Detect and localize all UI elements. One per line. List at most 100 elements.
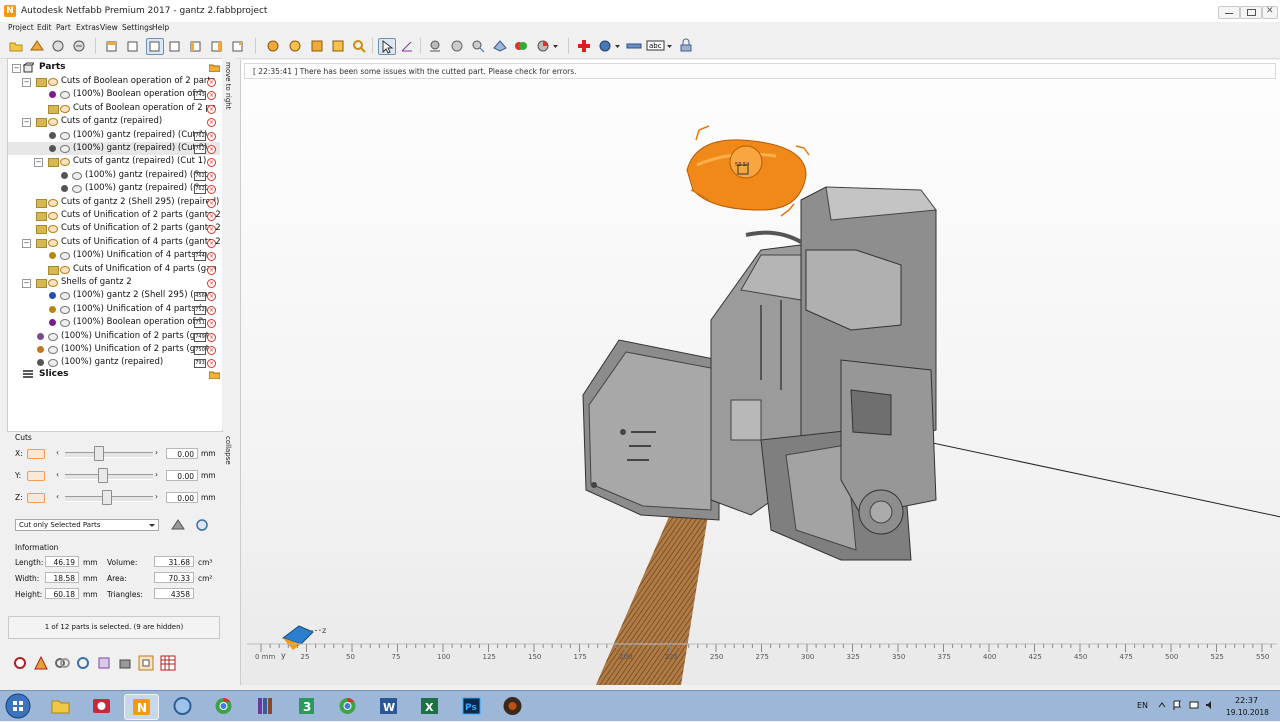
tree-part-row[interactable]: (100%) Unification of 2 parts (gant 750 × — [8, 343, 220, 356]
cut-x-right-arrow[interactable]: › — [155, 448, 158, 457]
visibility-icon[interactable] — [60, 252, 70, 261]
taskbar-explorer[interactable] — [44, 694, 77, 718]
tree-part-row[interactable]: (100%) gantz (repaired) (Cut 762 × — [8, 182, 220, 195]
label-button[interactable]: abc — [646, 38, 666, 53]
taskbar-chrome[interactable] — [207, 694, 240, 718]
cut-y-input[interactable]: 0.00 — [166, 470, 198, 481]
minimize-button[interactable] — [1218, 6, 1240, 19]
close-button[interactable]: ✕ — [1262, 6, 1278, 19]
tree-part-row[interactable]: (100%) Unification of 4 parts (g 752 × — [8, 303, 220, 316]
measure-button[interactable] — [399, 38, 415, 53]
cut-z-left-arrow[interactable]: ‹ — [56, 492, 59, 501]
menu-settings[interactable]: Settings — [122, 22, 153, 33]
add-part-button[interactable] — [29, 38, 45, 53]
remove-part-icon[interactable]: × — [207, 78, 216, 87]
lock-button[interactable] — [678, 38, 694, 53]
remove-part-icon[interactable]: × — [207, 319, 216, 329]
part-color-icon[interactable] — [61, 185, 68, 193]
remove-part-icon[interactable]: × — [207, 359, 216, 369]
tree-folder-row[interactable]: − Cuts of gantz (repaired) × — [8, 115, 220, 128]
cut-execute-button[interactable] — [170, 517, 186, 533]
visibility-icon[interactable] — [48, 279, 58, 287]
taskbar-game[interactable] — [496, 694, 529, 718]
menu-part[interactable]: Part — [56, 22, 71, 33]
selected-cut-part[interactable]: 53 54 — [686, 125, 810, 217]
tree-folder-row[interactable]: Cuts of Boolean operation of 2 pa × — [8, 102, 220, 115]
tree-folder-row[interactable]: − Shells of gantz 2 × — [8, 276, 220, 289]
cut-z-right-arrow[interactable]: › — [155, 492, 158, 501]
visibility-icon[interactable] — [60, 104, 70, 113]
visibility-icon[interactable] — [72, 171, 82, 180]
remove-part-icon[interactable]: × — [207, 171, 216, 181]
taskbar-netfabb[interactable]: N — [124, 694, 159, 720]
menu-project[interactable]: Project — [8, 22, 34, 33]
cut-y-right-arrow[interactable]: › — [155, 470, 158, 479]
visibility-icon[interactable] — [48, 225, 58, 234]
visibility-icon[interactable] — [60, 265, 70, 274]
taskbar-maps[interactable] — [166, 694, 199, 718]
tree-part-row[interactable]: (100%) gantz (repaired) (Cut 2) 762 × — [8, 142, 220, 155]
view-left-button[interactable] — [188, 38, 204, 53]
parts-folder-icon[interactable] — [209, 63, 220, 72]
tree-part-row[interactable]: (100%) gantz (repaired) (Cut 762 × — [8, 169, 220, 182]
taskbar-photoshop[interactable]: Ps — [455, 694, 488, 718]
visibility-icon[interactable] — [48, 238, 58, 247]
network-icon[interactable] — [1189, 700, 1199, 710]
remove-part-icon[interactable]: × — [207, 145, 216, 154]
tree-folder-row[interactable]: Cuts of Unification of 2 parts (gantz 2 × — [8, 209, 221, 222]
taskbar-excel[interactable]: X — [413, 694, 446, 718]
chevron-up-icon[interactable] — [1158, 701, 1166, 709]
tool-4-button[interactable] — [492, 38, 508, 53]
grid-icon[interactable] — [160, 655, 176, 671]
collapse-icon[interactable]: − — [22, 238, 31, 248]
remove-part-icon[interactable]: × — [207, 185, 216, 195]
tool-6-dropdown[interactable] — [552, 38, 560, 53]
3d-viewport[interactable]: 53 54 z y 0 mm 25 50 75 100 125 150 175 200 225 25… — [240, 60, 1280, 685]
collapse-icon[interactable]: − — [12, 64, 21, 73]
visibility-icon[interactable] — [60, 319, 70, 328]
tree-folder-row[interactable]: − Cuts of gantz (repaired) (Cut 1) × — [8, 155, 220, 168]
part-color-icon[interactable] — [49, 145, 56, 152]
part-color-icon[interactable] — [49, 131, 56, 139]
cut-reset-button[interactable] — [195, 518, 209, 532]
remove-part-icon[interactable]: × — [207, 212, 216, 221]
part-color-icon[interactable] — [37, 346, 44, 353]
remove-part-icon[interactable]: × — [207, 91, 216, 101]
remove-part-icon[interactable]: × — [207, 305, 216, 315]
tree-part-row[interactable]: (100%) gantz (repaired) (Cut 1) 762 × — [8, 129, 220, 142]
zoom-box-button[interactable] — [309, 38, 325, 53]
menu-edit[interactable]: Edit — [37, 22, 52, 33]
taskbar-word[interactable]: W — [372, 694, 405, 718]
language-indicator[interactable]: EN — [1137, 701, 1148, 710]
cut-x-slider[interactable] — [94, 446, 105, 461]
collapse-icon[interactable]: − — [22, 78, 31, 87]
tool-3-button[interactable] — [470, 38, 486, 53]
taskbar-media[interactable] — [85, 694, 118, 718]
layers-icon[interactable] — [96, 655, 112, 671]
remove-part-icon[interactable]: × — [207, 332, 216, 342]
part-color-icon[interactable] — [37, 359, 44, 367]
support-icon[interactable] — [33, 655, 49, 671]
view-iso-button[interactable] — [230, 38, 246, 53]
zoom-button[interactable] — [351, 38, 367, 53]
collapse-tab[interactable]: collapse — [224, 436, 232, 465]
clock-time[interactable]: 22:37 — [1235, 696, 1258, 705]
tool-6-button[interactable] — [535, 38, 551, 53]
visibility-icon[interactable] — [60, 131, 70, 140]
visibility-icon[interactable] — [60, 292, 70, 301]
tool-2-button[interactable] — [449, 38, 465, 53]
build-icon[interactable] — [117, 655, 133, 671]
remove-part-icon[interactable]: × — [207, 131, 216, 141]
remove-part-icon[interactable]: × — [207, 265, 216, 275]
part-color-icon[interactable] — [61, 171, 68, 179]
analysis-button[interactable] — [597, 38, 613, 53]
remove-part-icon[interactable]: × — [207, 279, 216, 288]
remove-part-icon[interactable]: × — [207, 292, 216, 302]
visibility-icon[interactable] — [60, 91, 70, 100]
tree-folder-row[interactable]: − Cuts of Unification of 4 parts (gantz 2… — [8, 236, 221, 249]
maximize-button[interactable] — [1240, 6, 1262, 19]
tree-folder-row[interactable]: Cuts of gantz 2 (Shell 295) (repaired) × — [8, 196, 220, 209]
visibility-icon[interactable] — [72, 185, 82, 194]
visibility-icon[interactable] — [60, 305, 70, 314]
visibility-icon[interactable] — [48, 118, 58, 127]
